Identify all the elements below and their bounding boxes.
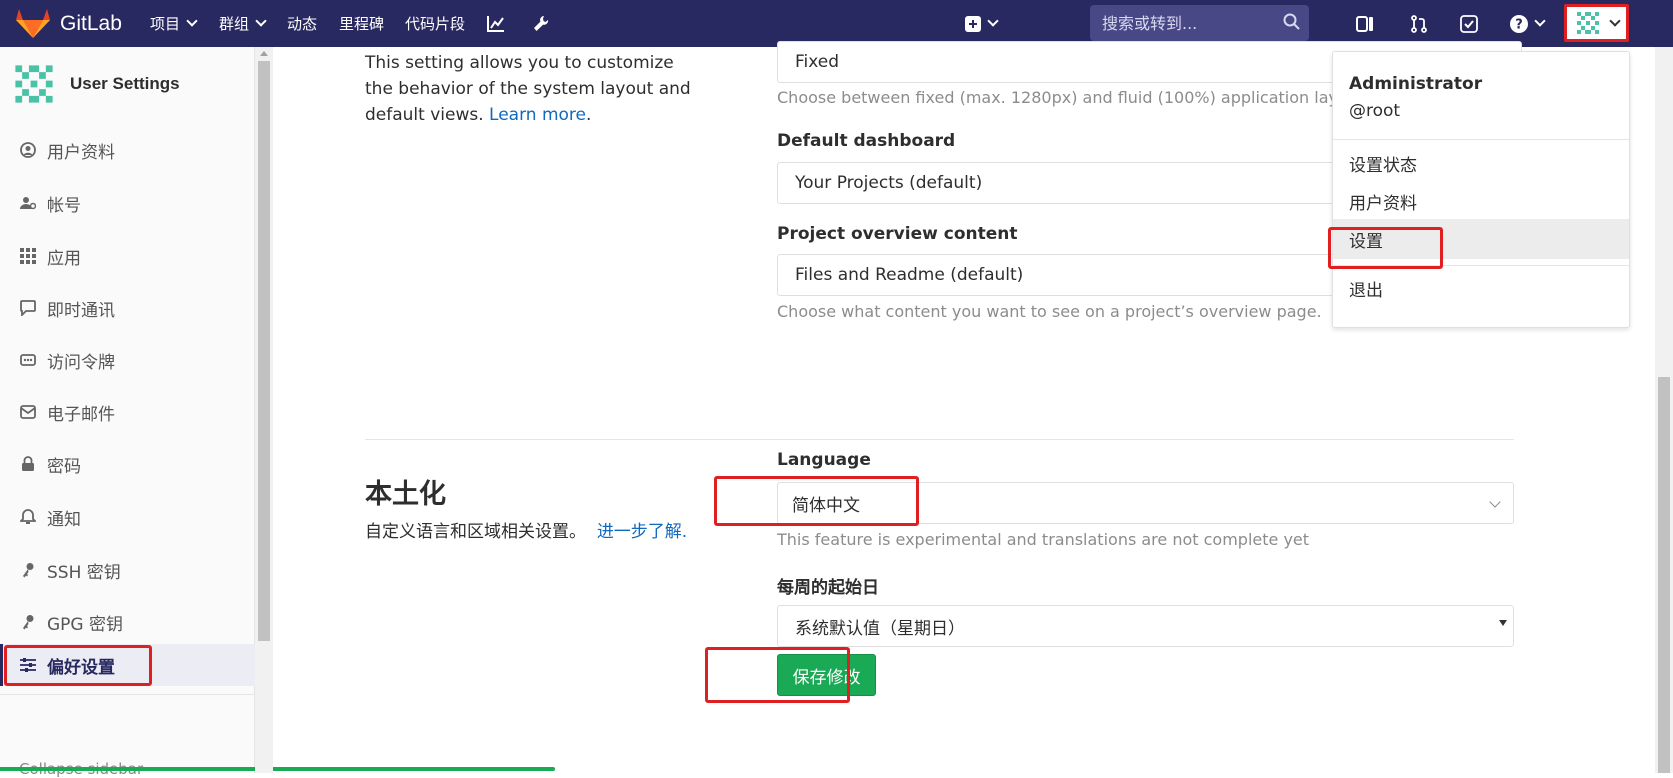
- sidebar-scroll-thumb[interactable]: [258, 61, 270, 641]
- sidebar-item-label: 应用: [47, 248, 81, 269]
- sidebar-item-label: 用户资料: [47, 142, 115, 163]
- page-scrollbar[interactable]: [1655, 47, 1673, 773]
- sidebar-scrollbar[interactable]: [255, 47, 273, 773]
- sidebar-item-access-tokens[interactable]: 访问令牌: [0, 339, 255, 381]
- menu-divider: [1333, 139, 1629, 140]
- page-scroll-thumb[interactable]: [1658, 377, 1670, 773]
- section-divider: [365, 439, 1514, 440]
- merge-requests-icon[interactable]: [1411, 0, 1427, 47]
- help-icon[interactable]: ?: [1510, 0, 1544, 47]
- new-item-plus-icon[interactable]: [965, 0, 997, 47]
- project-overview-help-text: Choose what content you want to see on a…: [777, 302, 1322, 321]
- localization-learn-more-link[interactable]: 进一步了解.: [597, 522, 687, 542]
- sidebar-item-chat[interactable]: 即时通讯: [0, 287, 255, 329]
- first-day-label: 每周的起始日: [777, 578, 879, 598]
- sidebar-item-ssh-keys[interactable]: SSH 密钥: [0, 549, 255, 591]
- sidebar-item-emails[interactable]: 电子邮件: [0, 391, 255, 433]
- lock-icon: [19, 455, 37, 473]
- applications-icon: [19, 247, 37, 265]
- set-status-menu-item[interactable]: 设置状态: [1333, 143, 1629, 183]
- sidebar-item-gpg-keys[interactable]: GPG 密钥: [0, 601, 255, 643]
- search-icon[interactable]: [1283, 13, 1301, 31]
- sidebar-item-password[interactable]: 密码: [0, 443, 255, 485]
- sidebar-item-label: 帐号: [47, 195, 81, 216]
- sidebar-item-label: GPG 密钥: [47, 614, 124, 635]
- save-changes-button[interactable]: 保存修改: [777, 654, 876, 696]
- profile-menu-item[interactable]: 用户资料: [1333, 181, 1629, 221]
- language-value: 简体中文: [792, 495, 860, 516]
- localization-title: 本土化: [365, 479, 446, 510]
- nav-milestones-link[interactable]: 里程碑: [339, 0, 384, 47]
- default-dashboard-value: Your Projects (default): [795, 173, 983, 193]
- first-day-value: 系统默认值（星期日）: [795, 618, 965, 639]
- search-box[interactable]: [1090, 5, 1309, 41]
- localization-description: 自定义语言和区域相关设置。 进一步了解.: [365, 517, 687, 542]
- default-dashboard-label: Default dashboard: [777, 131, 956, 151]
- period: .: [586, 105, 592, 125]
- profile-icon: [19, 141, 37, 159]
- nav-snippets-link[interactable]: 代码片段: [405, 0, 465, 47]
- sidebar-item-profile[interactable]: 用户资料: [0, 129, 255, 171]
- todos-icon[interactable]: [1460, 0, 1478, 47]
- language-label: Language: [777, 450, 871, 470]
- svg-text:?: ?: [1515, 17, 1523, 32]
- nav-projects-menu[interactable]: 项目: [150, 0, 196, 47]
- sidebar-header[interactable]: User Settings: [12, 59, 180, 109]
- account-icon: [19, 194, 37, 212]
- email-icon: [19, 403, 37, 421]
- brand-name[interactable]: GitLab: [60, 0, 122, 47]
- sidebar-item-label: 访问令牌: [47, 352, 115, 373]
- search-input[interactable]: [1090, 5, 1309, 41]
- sidebar-item-label: 电子邮件: [47, 404, 115, 425]
- bell-icon: [19, 508, 37, 526]
- key-icon: [19, 561, 37, 579]
- user-username[interactable]: @root: [1349, 101, 1400, 121]
- sign-out-menu-item[interactable]: 退出: [1333, 268, 1629, 308]
- sidebar-item-account[interactable]: 帐号: [0, 182, 255, 224]
- preferences-icon: [19, 656, 37, 674]
- sidebar-item-label: 偏好设置: [47, 657, 115, 678]
- sidebar-item-label: 通知: [47, 509, 81, 530]
- chevron-down-icon: [1489, 496, 1501, 508]
- sidebar-toggle-icon[interactable]: [1356, 0, 1374, 47]
- language-help-text: This feature is experimental and transla…: [777, 530, 1310, 549]
- active-indicator: [0, 644, 3, 686]
- layout-help-text: Choose between fixed (max. 1280px) and f…: [777, 88, 1370, 107]
- sidebar-item-applications[interactable]: 应用: [0, 235, 255, 277]
- chat-icon: [19, 299, 37, 317]
- project-overview-label: Project overview content: [777, 224, 1018, 244]
- scroll-up-arrow-icon[interactable]: [260, 51, 268, 56]
- chart-icon[interactable]: [487, 0, 505, 47]
- localization-description-text: 自定义语言和区域相关设置。: [365, 522, 586, 542]
- sidebar-item-preferences[interactable]: 偏好设置: [0, 644, 255, 686]
- sidebar-divider: [0, 694, 255, 695]
- sidebar-item-notifications[interactable]: 通知: [0, 496, 255, 538]
- language-select[interactable]: 简体中文: [777, 482, 1514, 524]
- sidebar-item-label: SSH 密钥: [47, 562, 121, 583]
- gitlab-logo-icon[interactable]: [15, 7, 51, 39]
- sidebar-item-label: 密码: [47, 456, 81, 477]
- chevron-down-icon: [1609, 15, 1621, 27]
- user-display-name[interactable]: Administrator: [1349, 74, 1482, 94]
- key-icon: [19, 613, 37, 631]
- dropdown-arrow-icon: [1499, 620, 1507, 626]
- nav-activity-link[interactable]: 动态: [287, 0, 317, 47]
- behavior-description: This setting allows you to customize the…: [365, 50, 705, 128]
- sidebar-title: User Settings: [70, 74, 180, 93]
- nav-groups-menu[interactable]: 群组: [219, 0, 265, 47]
- layout-width-value: Fixed: [795, 52, 840, 72]
- menu-divider: [1333, 265, 1629, 266]
- avatar: [1575, 10, 1601, 36]
- project-overview-value: Files and Readme (default): [795, 265, 1024, 285]
- token-icon: [19, 351, 37, 369]
- first-day-of-week-select[interactable]: 系统默认值（星期日）: [777, 605, 1514, 647]
- user-dropdown-menu: Administrator @root 设置状态 用户资料 设置 退出: [1332, 51, 1630, 328]
- top-navbar: GitLab 项目 群组 动态 里程碑 代码片段 ?: [0, 0, 1673, 47]
- user-avatar-button[interactable]: [1564, 4, 1629, 42]
- sidebar-item-label: 即时通讯: [47, 300, 115, 321]
- wrench-icon[interactable]: [533, 0, 549, 47]
- user-avatar-icon: [15, 65, 53, 103]
- learn-more-link[interactable]: Learn more: [489, 105, 586, 125]
- settings-menu-item[interactable]: 设置: [1333, 219, 1629, 259]
